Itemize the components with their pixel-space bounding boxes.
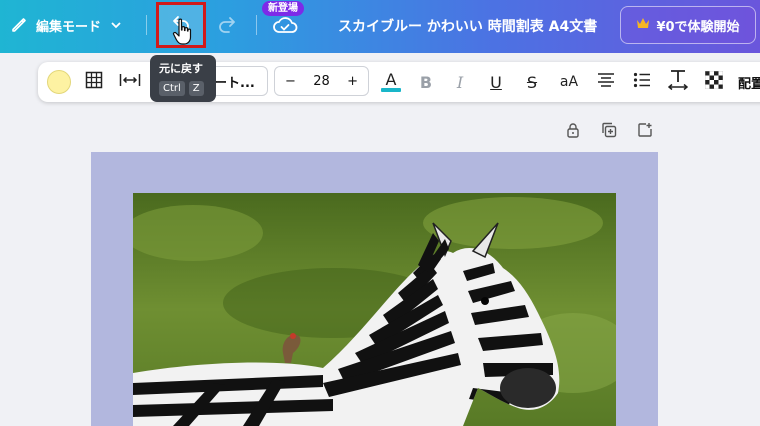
edit-mode-menu[interactable]: 編集モード: [10, 12, 123, 38]
decrease-size-button[interactable]: −: [285, 74, 296, 89]
hand-cursor-icon: [172, 18, 194, 50]
duplicate-page-icon[interactable]: [601, 122, 617, 142]
document-title[interactable]: スカイブルー かわいい 時間割表 A4文書: [338, 16, 597, 36]
redo-icon: [216, 13, 238, 39]
italic-button[interactable]: I: [448, 62, 472, 102]
strikethrough-button[interactable]: S: [520, 62, 544, 102]
width-arrows-icon: [119, 72, 141, 92]
bullet-list-icon: [633, 72, 651, 92]
color-swatch-button[interactable]: [44, 62, 74, 102]
position-button[interactable]: 配置: [738, 62, 760, 102]
text-color-icon: A: [385, 70, 397, 89]
tooltip-title: 元に戻す: [159, 62, 203, 75]
text-color-button[interactable]: A: [378, 62, 404, 102]
strikethrough-icon: S: [526, 72, 538, 92]
transparency-button[interactable]: [702, 62, 726, 102]
text-toolbar: A B I U S aA 配置: [38, 62, 760, 102]
top-bar: 編集モード 新登場 スカイブルー かわいい 時間割表 A4文書 ¥0で体験開始: [0, 0, 760, 53]
divider: [146, 15, 147, 35]
zebra-photo[interactable]: [133, 193, 616, 426]
color-swatch: [47, 70, 71, 94]
pencil-icon: [10, 16, 28, 34]
italic-icon: I: [456, 72, 464, 92]
key-ctrl: Ctrl: [159, 81, 185, 96]
chevron-down-icon: [109, 18, 123, 32]
lock-icon[interactable]: [565, 122, 581, 142]
divider: [256, 15, 257, 35]
bold-button[interactable]: B: [414, 62, 438, 102]
edit-mode-label: 編集モード: [36, 19, 102, 35]
underline-button[interactable]: U: [484, 62, 508, 102]
free-trial-button[interactable]: ¥0で体験開始: [620, 6, 756, 44]
undo-tooltip: 元に戻す Ctrl Z: [150, 55, 216, 102]
case-button[interactable]: aA: [554, 62, 584, 102]
letter-case-icon: aA: [559, 74, 579, 90]
table-icon: [85, 71, 103, 93]
cloud-save-button[interactable]: [272, 14, 298, 40]
cloud-check-icon: [272, 17, 298, 40]
text-spacing-icon: [667, 69, 689, 95]
transparency-icon: [704, 70, 724, 93]
shortcut-keys: Ctrl Z: [159, 81, 207, 96]
align-center-icon: [597, 72, 615, 92]
font-size-stepper: − 28 +: [274, 66, 369, 96]
free-trial-label: ¥0で体験開始: [656, 19, 740, 35]
add-page-icon[interactable]: [637, 122, 653, 142]
zebra-image: [133, 193, 616, 426]
spacing-button[interactable]: [116, 62, 144, 102]
key-z: Z: [188, 81, 204, 96]
list-button[interactable]: [630, 62, 654, 102]
font-family-select[interactable]: ート...: [210, 66, 268, 96]
text-spacing-button[interactable]: [666, 62, 690, 102]
redo-button[interactable]: [214, 13, 240, 39]
increase-size-button[interactable]: +: [347, 74, 358, 89]
underline-icon: U: [490, 72, 502, 92]
page-actions: [565, 122, 653, 142]
bold-icon: B: [419, 72, 433, 92]
font-size-value[interactable]: 28: [313, 74, 330, 89]
crown-icon: [636, 17, 650, 33]
text-color-bar: [381, 88, 401, 92]
table-button[interactable]: [80, 62, 108, 102]
align-button[interactable]: [594, 62, 618, 102]
